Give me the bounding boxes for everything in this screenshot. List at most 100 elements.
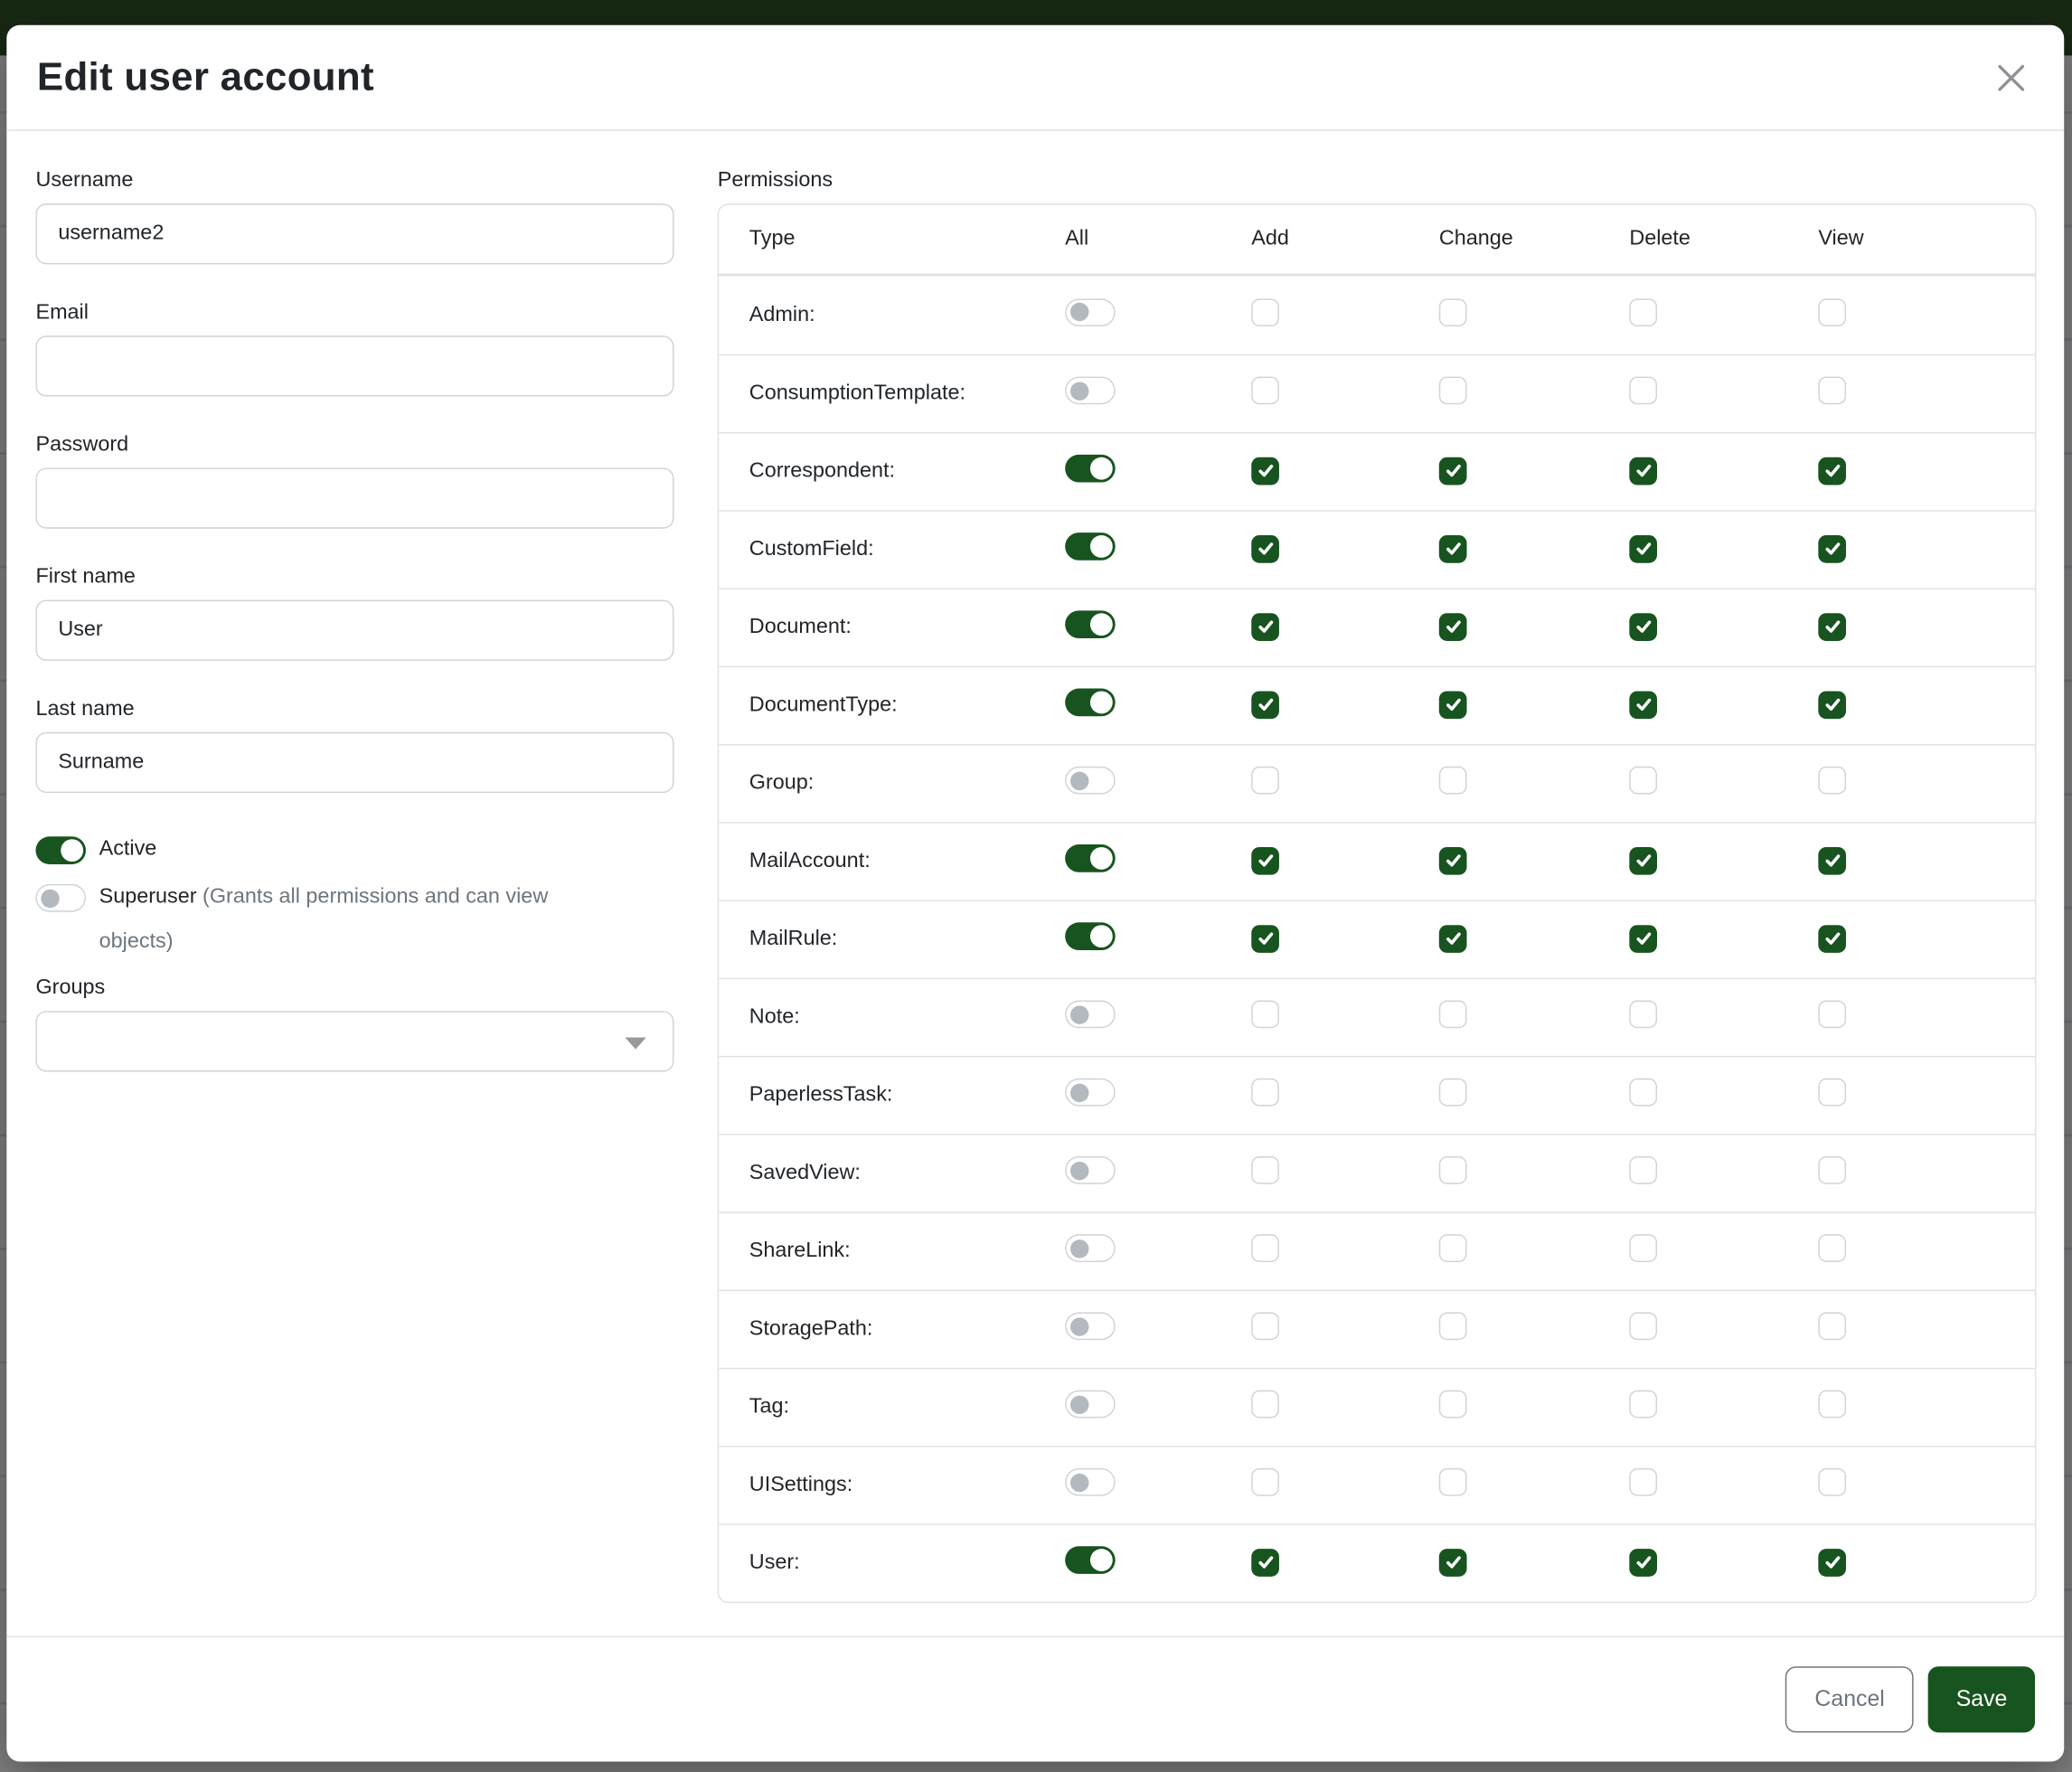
permission-change-checkbox[interactable] — [1439, 1390, 1467, 1419]
permission-view-checkbox[interactable] — [1818, 1549, 1846, 1577]
permission-change-checkbox[interactable] — [1439, 457, 1467, 485]
permission-all-toggle[interactable] — [1065, 455, 1116, 483]
permission-all-toggle[interactable] — [1065, 610, 1116, 638]
first-name-input[interactable] — [35, 600, 673, 661]
superuser-toggle[interactable] — [35, 884, 86, 912]
permission-add-checkbox[interactable] — [1251, 1079, 1279, 1107]
permission-change-checkbox[interactable] — [1439, 1079, 1467, 1107]
permission-add-checkbox[interactable] — [1251, 847, 1279, 875]
permission-add-checkbox[interactable] — [1251, 535, 1279, 563]
permission-delete-checkbox[interactable] — [1629, 377, 1657, 405]
permission-all-toggle[interactable] — [1065, 1156, 1116, 1184]
cancel-button[interactable]: Cancel — [1785, 1666, 1914, 1732]
permission-change-checkbox[interactable] — [1439, 1234, 1467, 1262]
email-input[interactable] — [35, 335, 673, 396]
permission-change-checkbox[interactable] — [1439, 377, 1467, 405]
permission-delete-checkbox[interactable] — [1629, 691, 1657, 719]
permission-add-checkbox[interactable] — [1251, 1312, 1279, 1340]
active-toggle[interactable] — [35, 836, 86, 864]
permission-delete-checkbox[interactable] — [1629, 1549, 1657, 1577]
permission-add-checkbox[interactable] — [1251, 691, 1279, 719]
permission-all-toggle[interactable] — [1065, 1234, 1116, 1262]
permission-change-checkbox[interactable] — [1439, 613, 1467, 641]
permission-view-checkbox[interactable] — [1818, 1079, 1846, 1107]
close-button[interactable] — [1985, 51, 2038, 103]
permission-delete-checkbox[interactable] — [1629, 1156, 1657, 1184]
permission-view-checkbox[interactable] — [1818, 1390, 1846, 1419]
permission-change-checkbox[interactable] — [1439, 847, 1467, 875]
permission-add-checkbox[interactable] — [1251, 1468, 1279, 1496]
permission-change-checkbox[interactable] — [1439, 1468, 1467, 1496]
permission-delete-checkbox[interactable] — [1629, 1468, 1657, 1496]
permission-add-checkbox[interactable] — [1251, 457, 1279, 485]
permission-all-toggle[interactable] — [1065, 1312, 1116, 1340]
permission-view-checkbox[interactable] — [1818, 1468, 1846, 1496]
permission-add-checkbox[interactable] — [1251, 613, 1279, 641]
permission-delete-checkbox[interactable] — [1629, 767, 1657, 795]
permission-view-checkbox[interactable] — [1818, 298, 1846, 326]
permission-all-toggle[interactable] — [1065, 1468, 1116, 1496]
permission-add-checkbox[interactable] — [1251, 1390, 1279, 1419]
permission-delete-checkbox[interactable] — [1629, 847, 1657, 875]
check-icon — [1822, 695, 1841, 713]
permission-add-checkbox[interactable] — [1251, 298, 1279, 326]
check-icon — [1256, 617, 1274, 636]
permission-add-checkbox[interactable] — [1251, 1156, 1279, 1184]
permission-delete-checkbox[interactable] — [1629, 925, 1657, 953]
permission-add-checkbox[interactable] — [1251, 1549, 1279, 1577]
permission-delete-checkbox[interactable] — [1629, 535, 1657, 563]
save-button[interactable]: Save — [1928, 1666, 2035, 1732]
permission-add-checkbox[interactable] — [1251, 1234, 1279, 1262]
permission-add-checkbox[interactable] — [1251, 925, 1279, 953]
permission-view-checkbox[interactable] — [1818, 1001, 1846, 1029]
permission-all-toggle[interactable] — [1065, 1001, 1116, 1029]
permission-add-checkbox[interactable] — [1251, 377, 1279, 405]
permission-view-checkbox[interactable] — [1818, 613, 1846, 641]
permission-view-checkbox[interactable] — [1818, 925, 1846, 953]
permission-delete-checkbox[interactable] — [1629, 1312, 1657, 1340]
permission-view-checkbox[interactable] — [1818, 691, 1846, 719]
permission-all-toggle[interactable] — [1065, 922, 1116, 950]
permission-all-toggle[interactable] — [1065, 298, 1116, 326]
permission-change-checkbox[interactable] — [1439, 1312, 1467, 1340]
permission-add-checkbox[interactable] — [1251, 767, 1279, 795]
permission-all-toggle[interactable] — [1065, 377, 1116, 405]
groups-select[interactable] — [35, 1011, 673, 1071]
permission-all-toggle[interactable] — [1065, 767, 1116, 795]
permission-change-checkbox[interactable] — [1439, 298, 1467, 326]
permission-view-checkbox[interactable] — [1818, 767, 1846, 795]
permission-change-checkbox[interactable] — [1439, 535, 1467, 563]
username-input[interactable] — [35, 203, 673, 264]
permission-delete-checkbox[interactable] — [1629, 298, 1657, 326]
permission-all-toggle[interactable] — [1065, 689, 1116, 717]
permission-all-toggle[interactable] — [1065, 533, 1116, 561]
permission-all-toggle[interactable] — [1065, 844, 1116, 872]
permission-row: Admin: — [719, 277, 2035, 354]
permission-delete-checkbox[interactable] — [1629, 457, 1657, 485]
permission-view-checkbox[interactable] — [1818, 847, 1846, 875]
permission-change-checkbox[interactable] — [1439, 925, 1467, 953]
permission-change-checkbox[interactable] — [1439, 1001, 1467, 1029]
permission-change-checkbox[interactable] — [1439, 691, 1467, 719]
last-name-input[interactable] — [35, 732, 673, 793]
permission-delete-checkbox[interactable] — [1629, 1234, 1657, 1262]
permission-change-checkbox[interactable] — [1439, 1156, 1467, 1184]
groups-label: Groups — [35, 976, 673, 1001]
permission-delete-checkbox[interactable] — [1629, 613, 1657, 641]
password-input[interactable] — [35, 467, 673, 528]
permission-change-checkbox[interactable] — [1439, 1549, 1467, 1577]
permission-view-checkbox[interactable] — [1818, 377, 1846, 405]
permission-view-checkbox[interactable] — [1818, 535, 1846, 563]
permission-delete-checkbox[interactable] — [1629, 1079, 1657, 1107]
permission-all-toggle[interactable] — [1065, 1546, 1116, 1574]
permission-all-toggle[interactable] — [1065, 1079, 1116, 1107]
permission-change-checkbox[interactable] — [1439, 767, 1467, 795]
permission-view-checkbox[interactable] — [1818, 1312, 1846, 1340]
permission-view-checkbox[interactable] — [1818, 1156, 1846, 1184]
permission-add-checkbox[interactable] — [1251, 1001, 1279, 1029]
permission-view-checkbox[interactable] — [1818, 457, 1846, 485]
permission-view-checkbox[interactable] — [1818, 1234, 1846, 1262]
permission-delete-checkbox[interactable] — [1629, 1001, 1657, 1029]
permission-delete-checkbox[interactable] — [1629, 1390, 1657, 1419]
permission-all-toggle[interactable] — [1065, 1390, 1116, 1419]
